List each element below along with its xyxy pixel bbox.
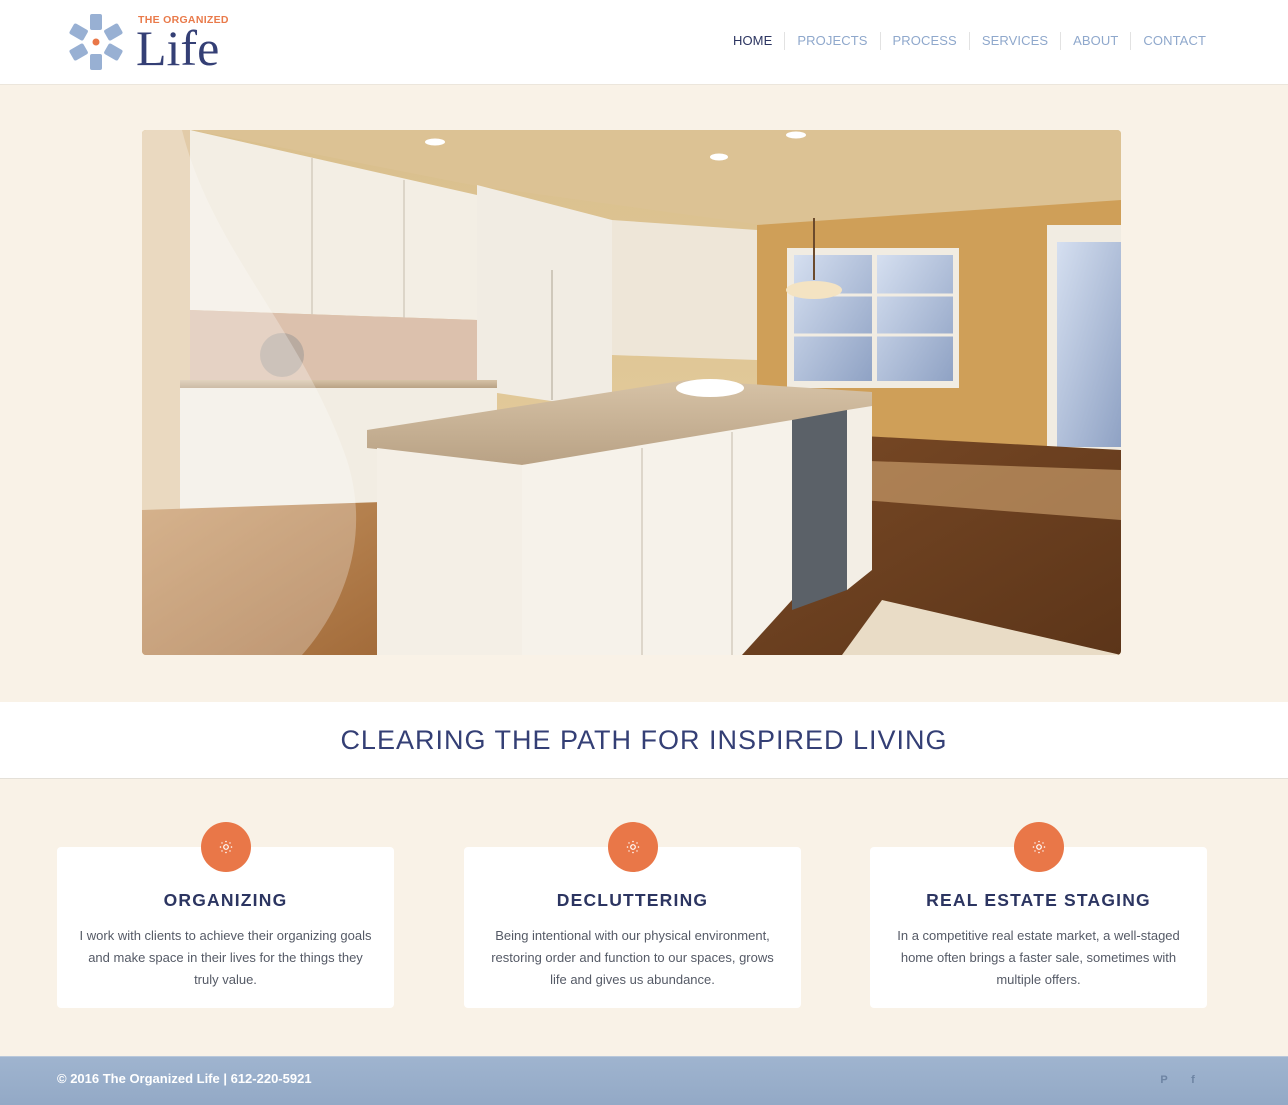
sun-icon xyxy=(607,822,658,872)
nav-services[interactable]: SERVICES xyxy=(968,32,1060,50)
flower-logo-icon xyxy=(69,14,123,70)
site-logo[interactable]: THE ORGANIZED Life xyxy=(66,10,236,76)
nav-contact[interactable]: CONTACT xyxy=(1130,32,1206,50)
nav-process[interactable]: PROCESS xyxy=(879,32,969,50)
site-footer: © 2016 The Organized Life | 612-220-5921… xyxy=(0,1056,1288,1105)
service-card-organizing: ORGANIZING I work with clients to achiev… xyxy=(57,822,394,1008)
service-title: REAL ESTATE STAGING xyxy=(926,890,1151,910)
kitchen-illustration xyxy=(142,130,1121,655)
tagline-band: CLEARING THE PATH FOR INSPIRED LIVING xyxy=(0,702,1288,779)
main-nav: HOME PROJECTS PROCESS SERVICES ABOUT CON… xyxy=(721,32,1206,50)
service-card-decluttering: DECLUTTERING Being intentional with our … xyxy=(464,822,801,1008)
sun-icon xyxy=(1013,822,1064,872)
site-header: THE ORGANIZED Life HOME PROJECTS PROCESS… xyxy=(0,0,1288,85)
pinterest-icon[interactable]: P xyxy=(1157,1073,1171,1087)
nav-home[interactable]: HOME xyxy=(721,32,784,50)
service-title: DECLUTTERING xyxy=(556,890,709,910)
nav-projects[interactable]: PROJECTS xyxy=(784,32,879,50)
logo-wordmark: Life xyxy=(136,20,220,76)
service-description: In a competitive real estate market, a w… xyxy=(897,928,1180,987)
service-title: ORGANIZING xyxy=(163,890,288,910)
service-description: I work with clients to achieve their org… xyxy=(79,928,372,987)
nav-about[interactable]: ABOUT xyxy=(1060,32,1130,50)
sun-icon xyxy=(200,822,251,872)
hero-image xyxy=(142,130,1121,655)
facebook-icon[interactable]: f xyxy=(1186,1073,1200,1087)
service-description: Being intentional with our physical envi… xyxy=(491,928,774,987)
footer-copyright: © 2016 The Organized Life | 612-220-5921 xyxy=(57,1071,312,1086)
service-card-staging: REAL ESTATE STAGING In a competitive rea… xyxy=(870,822,1207,1008)
tagline-heading: CLEARING THE PATH FOR INSPIRED LIVING xyxy=(340,724,948,755)
